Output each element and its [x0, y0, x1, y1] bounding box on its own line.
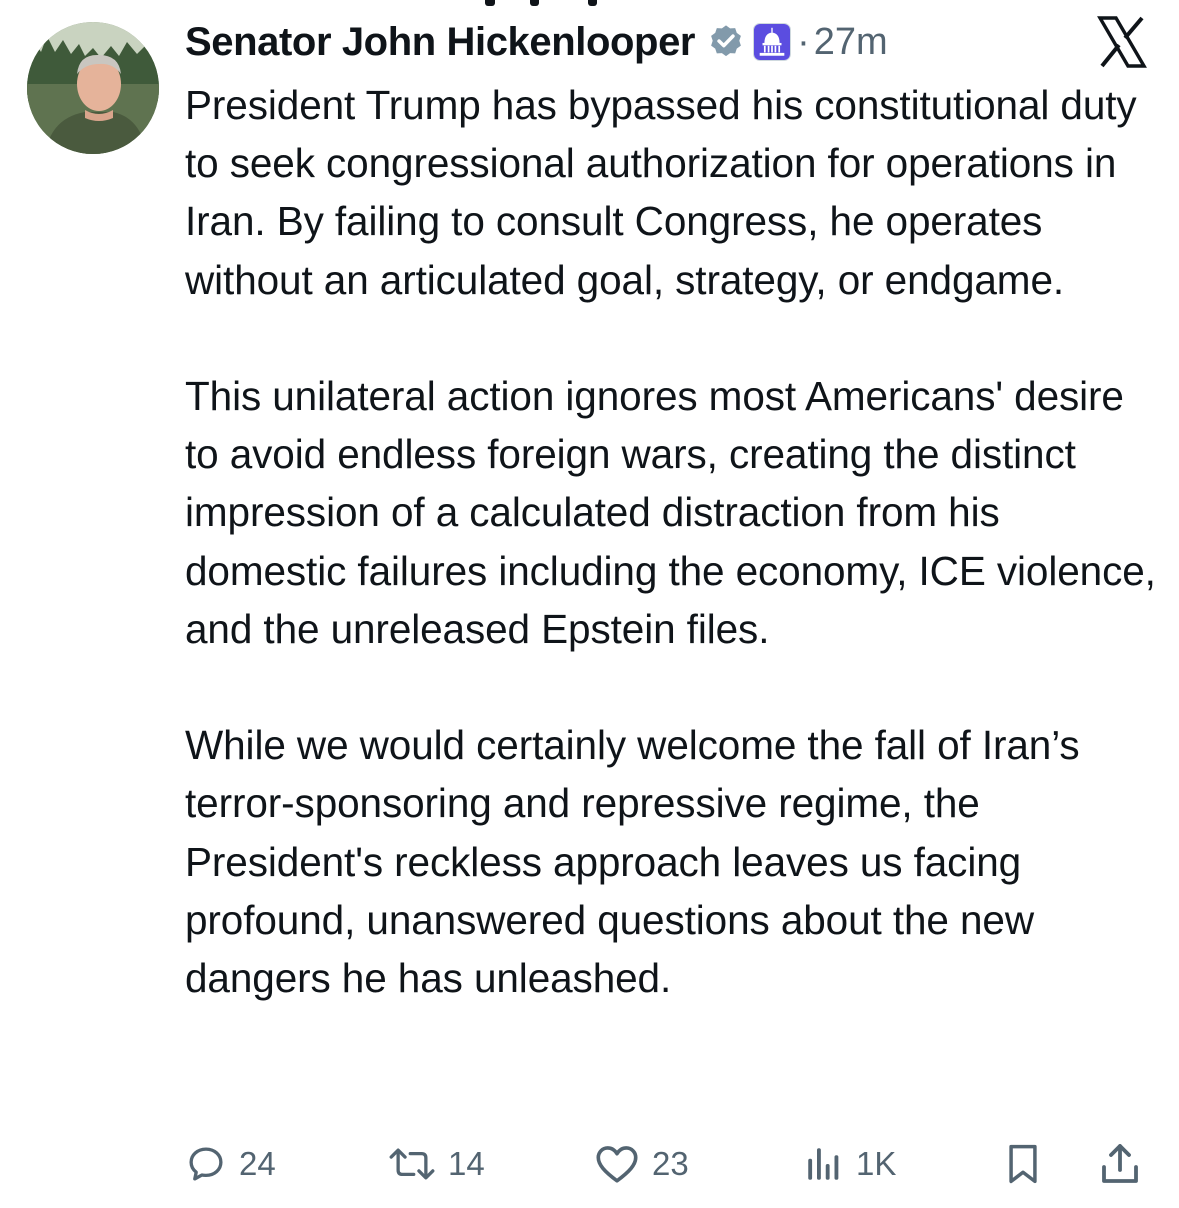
repost-count: 14: [448, 1145, 485, 1182]
capitol-dome-icon[interactable]: [753, 23, 792, 61]
repost-button[interactable]: 14: [386, 1138, 485, 1190]
tweet-paragraph: This unilateral action ignores most Amer…: [185, 373, 1156, 652]
verified-badge-icon[interactable]: [707, 23, 745, 61]
tweet-header: Senator John Hickenlooper · 27m: [185, 14, 888, 70]
x-logo-icon: [1094, 14, 1150, 70]
post-timestamp[interactable]: 27m: [814, 21, 888, 64]
reply-icon: [185, 1143, 227, 1185]
views-chart-icon: [802, 1143, 846, 1185]
reply-count: 24: [239, 1145, 276, 1182]
heart-icon: [594, 1143, 640, 1185]
repost-icon: [386, 1143, 438, 1185]
share-button[interactable]: [1096, 1138, 1144, 1190]
tweet[interactable]: Senator John Hickenlooper · 27m Presiden…: [0, 0, 1179, 1208]
views-button[interactable]: 1K: [802, 1138, 896, 1190]
bookmark-icon: [1001, 1141, 1045, 1187]
previous-post-edge: [0, 0, 1179, 8]
tweet-paragraph: While we would certainly welcome the fal…: [185, 722, 1080, 1002]
like-count: 23: [652, 1145, 689, 1182]
action-bar: 24 14 23 1K: [185, 1138, 1150, 1190]
view-count: 1K: [856, 1145, 897, 1182]
tweet-paragraph: President Trump has bypassed his constit…: [185, 82, 1137, 303]
avatar[interactable]: [27, 22, 159, 154]
tweet-body: President Trump has bypassed his constit…: [185, 76, 1160, 1007]
reply-button[interactable]: 24: [185, 1138, 276, 1190]
share-icon: [1096, 1140, 1144, 1188]
author-display-name[interactable]: Senator John Hickenlooper: [185, 20, 696, 65]
like-button[interactable]: 23: [594, 1138, 689, 1190]
bookmark-button[interactable]: [1001, 1138, 1045, 1190]
header-separator: ·: [797, 20, 810, 63]
